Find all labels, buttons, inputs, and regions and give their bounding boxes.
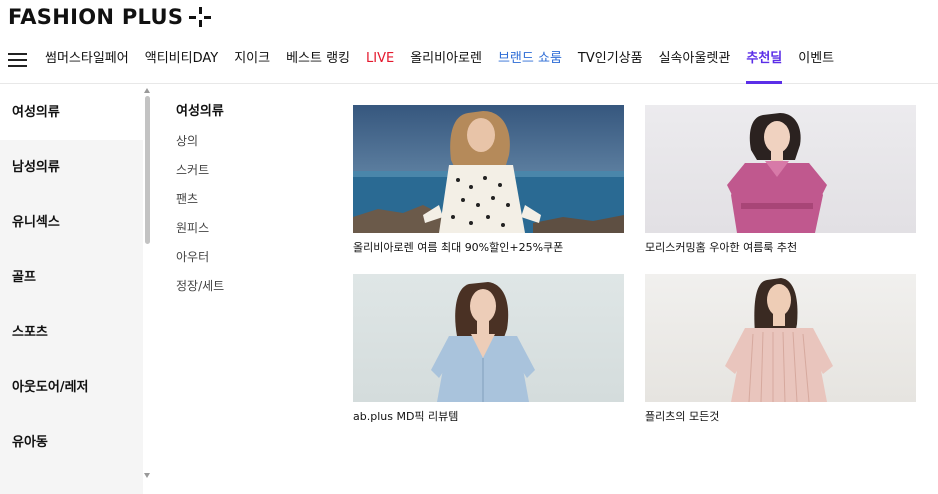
subcategory-item-outerwear[interactable]: 아우터: [176, 248, 316, 277]
promo-image: [353, 274, 624, 402]
promo-caption[interactable]: 모리스커밍홈 우아한 여름룩 추천: [645, 239, 916, 255]
category-sidebar: 여성의류 남성의류 유니섹스 골프 스포츠 아웃도어/레저 유아동: [0, 85, 143, 494]
gnb-item-recommended-deals[interactable]: 추천딜: [746, 40, 782, 84]
subcategory-panel: 여성의류 상의 스커트 팬츠 원피스 아우터 정장/세트: [176, 102, 316, 306]
gnb-item-tv-popular[interactable]: TV인기상품: [578, 40, 643, 84]
gnb-item-brand-showroom[interactable]: 브랜드 쇼룸: [498, 40, 562, 84]
category-item-sports[interactable]: 스포츠: [0, 305, 143, 360]
promo-card[interactable]: 모리스커밍홈 우아한 여름룩 추천: [645, 105, 916, 255]
subcategory-item-tops[interactable]: 상의: [176, 132, 316, 161]
promo-card[interactable]: ab.plus MD픽 리뷰템: [353, 274, 624, 424]
subcategory-item-skirts[interactable]: 스커트: [176, 161, 316, 190]
category-item-golf[interactable]: 골프: [0, 250, 143, 305]
gnb-item-ziozia[interactable]: 지이크: [234, 40, 270, 84]
promo-caption[interactable]: ab.plus MD픽 리뷰템: [353, 408, 624, 424]
gnb-menu: 썸머스타일페어 액티비티DAY 지이크 베스트 랭킹 LIVE 올리비아로렌 브…: [45, 40, 850, 84]
subcategory-item-dresses[interactable]: 원피스: [176, 219, 316, 248]
scroll-up-icon[interactable]: [144, 88, 150, 93]
category-item-outdoor[interactable]: 아웃도어/레저: [0, 360, 143, 415]
gnb-item-activity-day[interactable]: 액티비티DAY: [145, 40, 218, 84]
gnb-item-events[interactable]: 이벤트: [798, 40, 834, 84]
scroll-thumb[interactable]: [145, 96, 150, 244]
subcategory-title: 여성의류: [176, 104, 224, 119]
category-item-kids[interactable]: 유아동: [0, 415, 143, 470]
plus-logo-icon: [189, 6, 212, 28]
global-nav: 썸머스타일페어 액티비티DAY 지이크 베스트 랭킹 LIVE 올리비아로렌 브…: [0, 40, 938, 84]
promo-image: [645, 274, 916, 402]
gnb-item-best-ranking[interactable]: 베스트 랭킹: [286, 40, 350, 84]
subcategory-item-suits-sets[interactable]: 정장/세트: [176, 277, 316, 306]
category-item-unisex[interactable]: 유니섹스: [0, 195, 143, 250]
promo-caption[interactable]: 플리츠의 모든것: [645, 408, 916, 424]
promo-card[interactable]: 플리츠의 모든것: [645, 274, 916, 424]
gnb-item-outlet[interactable]: 실속아울렛관: [659, 40, 731, 84]
hamburger-menu-icon[interactable]: [8, 52, 27, 67]
category-item-womens[interactable]: 여성의류: [0, 85, 143, 140]
sidebar-scrollbar[interactable]: [143, 85, 152, 485]
gnb-item-summer-style-fair[interactable]: 썸머스타일페어: [45, 40, 129, 84]
promo-caption[interactable]: 올리비아로렌 여름 최대 90%할인+25%쿠폰: [353, 239, 624, 255]
gnb-item-live[interactable]: LIVE: [366, 40, 394, 84]
promo-card[interactable]: 올리비아로렌 여름 최대 90%할인+25%쿠폰: [353, 105, 624, 255]
promo-image: [645, 105, 916, 233]
promo-image: [353, 105, 624, 233]
subcategory-item-pants[interactable]: 팬츠: [176, 190, 316, 219]
scroll-down-icon[interactable]: [144, 473, 150, 478]
gnb-item-olivia-lauren[interactable]: 올리비아로렌: [410, 40, 482, 84]
logo[interactable]: FASHION PLUS: [8, 4, 212, 30]
logo-text: FASHION PLUS: [8, 5, 184, 29]
category-item-mens[interactable]: 남성의류: [0, 140, 143, 195]
